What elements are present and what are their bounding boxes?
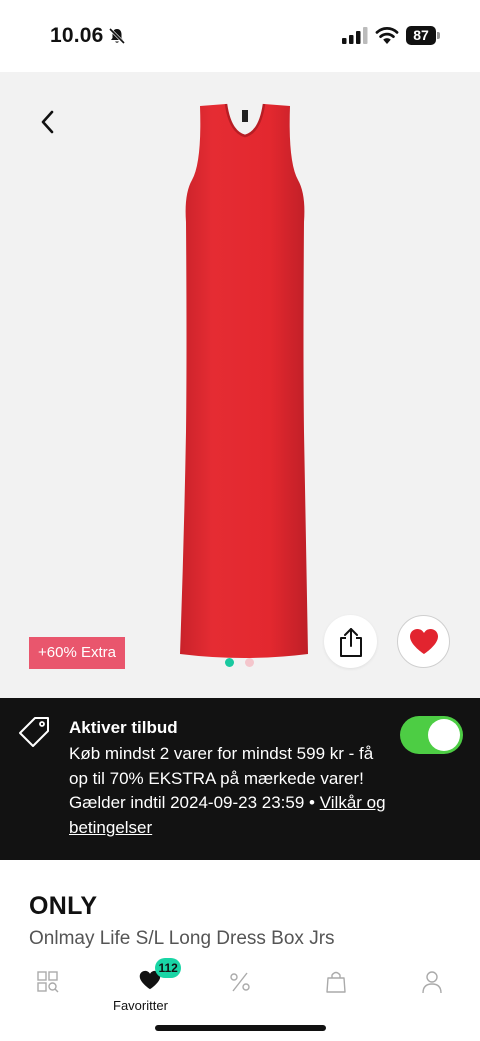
activate-offer-toggle[interactable] [400, 716, 463, 754]
offer-banner: Aktiver tilbud Køb mindst 2 varer for mi… [0, 698, 480, 860]
signal-icon [342, 27, 368, 44]
nav-label-favorites: Favoritter [113, 998, 168, 1013]
grid-search-icon [37, 971, 59, 993]
tag-icon [19, 717, 49, 747]
share-button[interactable] [324, 615, 377, 668]
share-icon [339, 627, 362, 657]
status-time: 10.06 [50, 24, 104, 47]
chevron-left-icon [41, 110, 54, 134]
nav-item-browse[interactable] [36, 970, 60, 994]
promo-tag: +60% Extra [29, 637, 125, 669]
battery-tip [437, 32, 440, 39]
bell-off-icon [108, 27, 126, 45]
battery-level: 87 [406, 26, 436, 45]
nav-item-profile[interactable] [421, 970, 443, 994]
product-image-gallery[interactable]: +60% Extra [0, 72, 480, 698]
carousel-dot-active[interactable] [225, 658, 234, 667]
home-indicator [155, 1025, 326, 1031]
brand-name[interactable]: ONLY [29, 892, 97, 921]
bag-icon [326, 971, 346, 993]
carousel-dots [225, 658, 254, 667]
back-button[interactable] [28, 102, 68, 142]
offer-title: Aktiver tilbud [69, 718, 178, 737]
wifi-icon [375, 27, 399, 44]
status-bar: 10.06 87 [0, 0, 480, 72]
nav-item-offers[interactable] [228, 970, 252, 994]
percent-icon [230, 972, 250, 992]
nav-item-favorites[interactable]: 112 Favoritter [113, 958, 181, 1013]
carousel-dot[interactable] [245, 658, 254, 667]
favorite-button[interactable] [397, 615, 450, 668]
favorites-count-badge: 112 [155, 958, 181, 978]
toggle-knob [428, 719, 460, 751]
user-icon [422, 971, 442, 994]
battery-icon: 87 [406, 26, 440, 45]
product-title: Onlmay Life S/L Long Dress Box Jrs [29, 928, 335, 949]
bottom-navigation: 112 Favoritter [0, 950, 480, 1041]
product-image [180, 103, 308, 658]
nav-item-bag[interactable] [325, 970, 347, 994]
heart-filled-icon [409, 629, 438, 654]
offer-description: Køb mindst 2 varer for mindst 599 kr - f… [69, 742, 389, 840]
